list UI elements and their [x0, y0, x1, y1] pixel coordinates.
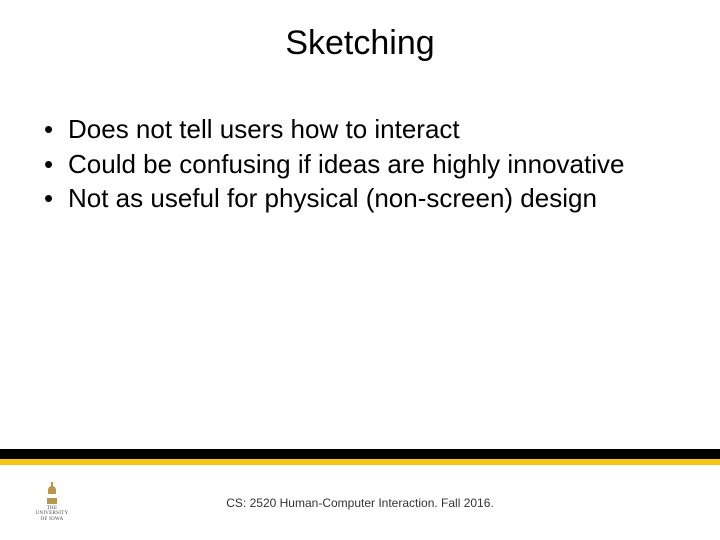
- slide: Sketching Does not tell users how to int…: [0, 0, 720, 540]
- footer-divider: [0, 449, 720, 465]
- logo-line3: OF IOWA: [41, 517, 64, 522]
- bullet-item: Does not tell users how to interact: [40, 113, 680, 146]
- footer-text: CS: 2520 Human-Computer Interaction. Fal…: [0, 496, 720, 510]
- logo-line2: UNIVERSITY: [36, 511, 69, 516]
- slide-title: Sketching: [0, 0, 720, 63]
- slide-content: Does not tell users how to interact Coul…: [0, 63, 720, 215]
- bullet-item: Could be confusing if ideas are highly i…: [40, 148, 680, 181]
- bullet-list: Does not tell users how to interact Coul…: [40, 113, 680, 215]
- bullet-item: Not as useful for physical (non-screen) …: [40, 182, 680, 215]
- yellow-bar: [0, 459, 720, 465]
- black-bar: [0, 449, 720, 459]
